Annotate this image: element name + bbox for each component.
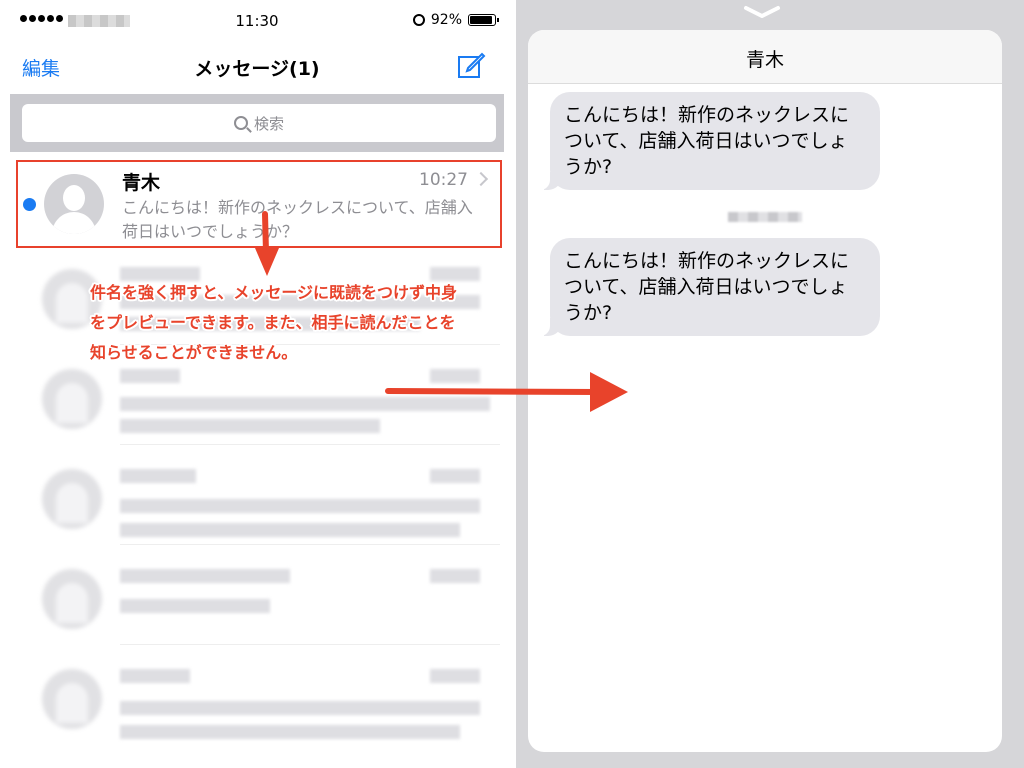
message-preview: こんにちは！新作のネックレスについて、店舗入荷日はいつでしょうか？ — [122, 198, 473, 241]
battery-icon — [468, 14, 499, 26]
avatar-blurred — [42, 669, 102, 729]
avatar-head — [63, 185, 85, 211]
message-time: 10:27 — [419, 170, 468, 190]
messages-list-screen: 11:30 92% 編集 メッセージ(1) 検索 青木 10:27 こんにちは！… — [10, 0, 504, 768]
peek-title: 青木 — [745, 49, 784, 71]
list-item-blurred[interactable] — [40, 355, 500, 445]
search-input[interactable]: 検索 — [22, 104, 496, 142]
unread-dot-icon — [23, 198, 36, 211]
compose-icon[interactable] — [456, 50, 486, 80]
page-title: メッセージ(1) — [194, 58, 320, 80]
chevron-right-icon — [473, 171, 489, 187]
sender-name: 青木 — [122, 172, 161, 194]
search-placeholder: 検索 — [253, 114, 284, 133]
peek-card[interactable]: 青木 こんにちは！新作のネックレスについて、店舗入荷日はいつでしょうか? こんに… — [528, 30, 1002, 752]
message-bubble: こんにちは！新作のネックレスについて、店舗入荷日はいつでしょうか? — [538, 238, 880, 336]
battery-percent: 92% — [430, 12, 462, 28]
status-right: 92% — [412, 12, 499, 28]
search-icon — [233, 116, 248, 130]
avatar-blurred — [42, 469, 102, 529]
message-bubble: こんにちは！新作のネックレスについて、店舗入荷日はいつでしょうか? — [538, 92, 880, 190]
avatar — [44, 174, 104, 234]
avatar-blurred — [42, 369, 102, 429]
rotation-lock-icon — [412, 14, 425, 26]
peek-chevron-icon — [744, 6, 780, 18]
nav-bar: 編集 メッセージ(1) — [10, 44, 504, 92]
peek-preview-screen: 青木 こんにちは！新作のネックレスについて、店舗入荷日はいつでしょうか? こんに… — [516, 0, 1024, 768]
avatar-body — [52, 212, 96, 234]
status-bar: 11:30 92% — [10, 0, 504, 44]
list-item-blurred[interactable] — [40, 555, 500, 645]
avatar-blurred — [42, 569, 102, 629]
peek-header: 青木 — [528, 30, 1002, 84]
annotation-text: 件名を強く押すと、メッセージに既読をつけず中身をプレビューできます。また、相手に… — [90, 283, 458, 362]
timestamp-blurred — [728, 212, 802, 222]
search-bar: 検索 — [10, 94, 504, 152]
message-row-highlighted[interactable]: 青木 10:27 こんにちは！新作のネックレスについて、店舗入荷日はいつでしょう… — [16, 160, 502, 248]
list-item-blurred[interactable] — [40, 455, 500, 545]
list-item-blurred[interactable] — [40, 655, 500, 745]
